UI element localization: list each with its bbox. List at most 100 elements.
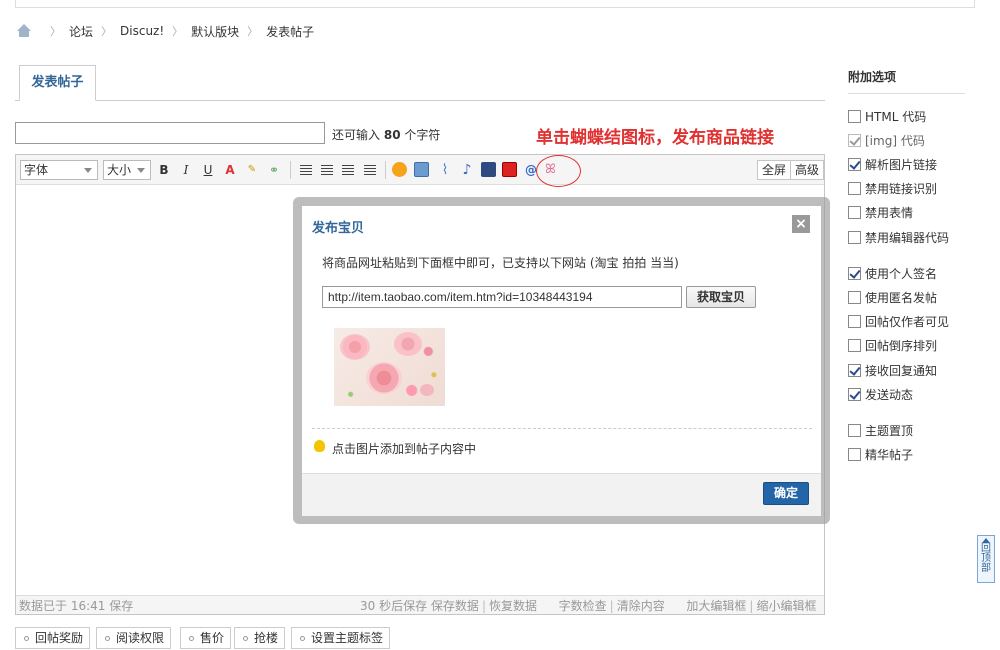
fetch-item-button[interactable]: 获取宝贝 [686, 286, 756, 308]
clear-content-link[interactable]: 清除内容 [617, 599, 665, 613]
restore-data-link[interactable]: 恢复数据 [489, 599, 537, 613]
image-icon[interactable] [414, 162, 429, 177]
bold-button[interactable]: B [155, 161, 173, 179]
dialog-divider [312, 428, 812, 429]
font-select[interactable]: 字体 [20, 160, 98, 180]
option-item[interactable]: HTML 代码 [848, 108, 926, 124]
align-left-icon[interactable] [297, 161, 315, 179]
enlarge-editor-link[interactable]: 加大编辑框 [686, 599, 746, 613]
annotation-text: 单击蝴蝶结图标，发布商品链接 [536, 128, 774, 148]
option-checkbox[interactable] [848, 266, 861, 280]
option-checkbox[interactable] [848, 290, 861, 304]
extra-option-button[interactable]: 设置主题标签 [291, 627, 391, 649]
saved-status: 数据已于 16:41 保存 [19, 599, 134, 613]
dialog-title: 发布宝贝 [312, 221, 365, 236]
option-label: 精华帖子 [865, 447, 914, 462]
option-item[interactable]: 使用匿名发帖 [848, 289, 937, 305]
remaining-chars-text: 还可输入 80 个字符 [332, 126, 440, 143]
option-item[interactable]: [img] 代码 [848, 132, 925, 148]
option-checkbox[interactable] [848, 314, 861, 328]
option-checkbox[interactable] [848, 423, 861, 437]
back-to-top-label: 回顶部 [981, 543, 991, 574]
close-icon[interactable]: × [792, 215, 810, 233]
breadcrumb-separator: 〉 [247, 25, 259, 38]
option-item[interactable]: 禁用表情 [848, 204, 913, 220]
font-select-label: 字体 [24, 163, 49, 177]
breadcrumb: 〉 论坛 〉 Discuz! 〉 默认版块 〉 发表帖子 [16, 22, 314, 40]
shrink-editor-link[interactable]: 缩小编辑框 [756, 599, 816, 613]
item-url-input[interactable] [322, 286, 682, 308]
background-color-icon[interactable]: ✎ [243, 161, 261, 179]
option-item[interactable]: 精华帖子 [848, 446, 913, 462]
toolbar-separator [290, 161, 291, 179]
option-checkbox[interactable] [848, 363, 861, 377]
align-center-icon[interactable] [318, 161, 336, 179]
font-color-icon[interactable]: A [221, 161, 239, 179]
tab-post-new[interactable]: 发表帖子 [19, 65, 96, 101]
breadcrumb-item-board[interactable]: 默认版块 [191, 23, 239, 40]
music-icon[interactable]: ♪ [458, 161, 476, 179]
option-checkbox[interactable] [848, 181, 861, 195]
flash-icon[interactable] [502, 162, 517, 177]
option-item[interactable]: 主题置顶 [848, 422, 913, 438]
option-checkbox[interactable] [848, 338, 861, 352]
smiley-icon[interactable] [392, 162, 407, 177]
options-divider [848, 93, 965, 94]
option-checkbox[interactable] [848, 109, 861, 123]
option-item[interactable]: 解析图片链接 [848, 156, 937, 172]
option-checkbox[interactable] [848, 447, 861, 461]
breadcrumb-separator: 〉 [101, 25, 113, 38]
link-icon[interactable]: ⚭ [265, 161, 283, 179]
remaining-prefix: 还可输入 [332, 128, 381, 142]
italic-button[interactable]: I [177, 161, 195, 179]
chevron-down-icon [84, 168, 92, 173]
extra-option-label: 设置主题标签 [311, 631, 384, 645]
word-check-link[interactable]: 字数检查 [559, 599, 607, 613]
subject-input[interactable] [15, 122, 325, 144]
bullet-icon [189, 635, 194, 641]
option-item[interactable]: 回帖仅作者可见 [848, 313, 949, 329]
statusbar-actions: 30 秒后保存 保存数据 | 恢复数据 字数检查 | 清除内容 加大编辑框 | 缩小编辑框 [360, 599, 817, 613]
home-icon[interactable] [16, 24, 32, 38]
size-select[interactable]: 大小 [103, 160, 151, 180]
extra-option-button[interactable]: 阅读权限 [96, 627, 172, 649]
extra-option-label: 售价 [200, 631, 225, 645]
option-item[interactable]: 使用个人签名 [848, 265, 937, 281]
extra-option-button[interactable]: 回帖奖励 [15, 627, 91, 649]
product-thumbnail[interactable] [334, 328, 445, 406]
option-checkbox[interactable] [848, 387, 861, 401]
advanced-button[interactable]: 高级 [790, 160, 825, 180]
extra-option-label: 回帖奖励 [35, 631, 84, 645]
option-item[interactable]: 禁用编辑器代码 [848, 229, 949, 245]
option-label: 回帖仅作者可见 [865, 314, 950, 329]
extra-option-button[interactable]: 售价 [180, 627, 232, 649]
extra-option-button[interactable]: 抢楼 [234, 627, 286, 649]
breadcrumb-item-forum[interactable]: 论坛 [69, 23, 93, 40]
fullscreen-button[interactable]: 全屏 [757, 160, 792, 180]
remaining-count: 80 [383, 128, 401, 142]
align-right-icon[interactable] [339, 161, 357, 179]
option-label: 使用个人签名 [865, 266, 938, 281]
option-item[interactable]: 回帖倒序排列 [848, 337, 937, 353]
breadcrumb-item-discuz[interactable]: Discuz! [120, 24, 164, 38]
align-justify-icon[interactable] [361, 161, 379, 179]
attachment-icon[interactable]: ⌇ [436, 161, 454, 179]
option-label: 发送动态 [865, 387, 914, 402]
underline-button[interactable]: U [199, 161, 217, 179]
option-checkbox[interactable] [848, 230, 861, 244]
video-icon[interactable] [481, 162, 496, 177]
back-to-top-button[interactable]: 回顶部 [977, 535, 995, 583]
option-item[interactable]: 接收回复通知 [848, 362, 937, 378]
option-item[interactable]: 发送动态 [848, 386, 913, 402]
save-data-link[interactable]: 保存数据 [431, 599, 479, 613]
confirm-button[interactable]: 确定 [763, 482, 809, 505]
option-checkbox[interactable] [848, 205, 861, 219]
option-label: 禁用链接识别 [865, 181, 938, 196]
bullet-icon [105, 635, 110, 641]
option-label: 使用匿名发帖 [865, 290, 938, 305]
option-item[interactable]: 禁用链接识别 [848, 180, 937, 196]
dialog-tip: 点击图片添加到帖子内容中 [332, 442, 477, 456]
option-checkbox[interactable] [848, 157, 861, 171]
breadcrumb-separator: 〉 [50, 25, 61, 38]
remaining-suffix: 个字符 [404, 128, 441, 142]
